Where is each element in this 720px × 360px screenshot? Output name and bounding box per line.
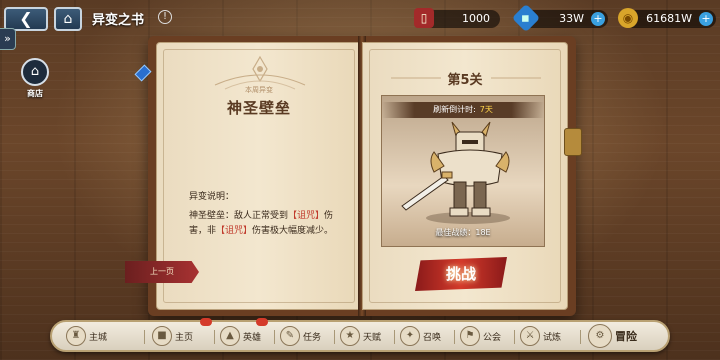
page-title: 异变之书 xyxy=(92,13,145,28)
nav-main-city[interactable]: ♜ 主城 xyxy=(66,322,107,350)
gear-icon: ⚙ xyxy=(588,324,612,348)
armored-knight-boss-icon xyxy=(401,121,510,224)
home-icon: ⌂ xyxy=(63,11,73,27)
bottom-nav: ♜ 主城 ■ 主页 ▲ 英雄 ✎ 任务 ★ 天赋 ✦ 召唤 ⚑ 公会 ⚔ 试炼 … xyxy=(50,318,670,352)
resource-blue-gem: ◆ 33W + xyxy=(511,3,608,33)
resource-value: 61681W xyxy=(646,12,692,25)
description-text: 神圣壁垒：敌人正常受到【诅咒】伤害，非【诅咒】伤害极大幅度减少。 xyxy=(189,209,339,239)
blue-gem-icon: ◆ xyxy=(511,3,541,33)
mutation-book: 本周异变 神圣壁垒 异变说明： 神圣壁垒：敌人正常受到【诅咒】伤害，非【诅咒】伤… xyxy=(125,36,582,316)
chevron-left-icon: ❮ xyxy=(19,9,33,28)
mutation-title: 神圣壁垒 xyxy=(226,99,291,117)
shop-button[interactable]: ⌂ 商店 xyxy=(20,58,50,99)
level-title: 第5关 xyxy=(447,73,483,88)
book-clasp xyxy=(564,128,582,156)
nav-divider xyxy=(394,330,395,344)
curse-keyword: 【诅咒】 xyxy=(216,226,253,236)
shop-icon: ⌂ xyxy=(21,58,49,86)
description-label: 异变说明： xyxy=(189,192,235,202)
nav-label: 冒险 xyxy=(615,330,637,343)
home-button[interactable]: ⌂ xyxy=(54,7,82,31)
nav-label: 英雄 xyxy=(243,332,262,343)
prev-page-button[interactable]: 上一页 xyxy=(125,261,199,283)
notification-badge xyxy=(200,318,212,326)
nav-summon[interactable]: ✦ 召唤 xyxy=(400,322,441,350)
desc-part: 神圣壁垒：敌人正常受到 xyxy=(189,211,289,221)
nav-label: 试炼 xyxy=(543,332,562,343)
refresh-value: 7天 xyxy=(479,105,493,114)
helmet-icon: ▲ xyxy=(220,326,240,346)
challenge-button[interactable]: 挑战 xyxy=(415,257,507,291)
nav-divider xyxy=(334,330,335,344)
nav-home[interactable]: ■ 主页 xyxy=(152,318,212,350)
resource-gold-coin: ◉ 61681W + xyxy=(618,8,716,28)
gold-coin-icon: ◉ xyxy=(618,8,638,28)
star-icon: ★ xyxy=(340,326,360,346)
nav-divider xyxy=(214,330,215,344)
curse-keyword: 【诅咒】 xyxy=(288,211,325,221)
nav-divider xyxy=(514,330,515,344)
best-score: 最佳战绩：18E xyxy=(435,228,491,237)
nav-guild[interactable]: ⚑ 公会 xyxy=(460,322,501,350)
week-mutation-label: 本周异变 xyxy=(245,86,273,94)
resource-value: 33W xyxy=(559,12,584,25)
nav-adventure[interactable]: ⚙ 冒险 xyxy=(588,322,637,350)
summon-icon: ✦ xyxy=(400,326,420,346)
nav-divider xyxy=(580,330,581,344)
left-page: 本周异变 神圣壁垒 异变说明： 神圣壁垒：敌人正常受到【诅咒】伤害，非【诅咒】伤… xyxy=(125,42,362,310)
resource-red-book: ▯ 1000 xyxy=(414,8,500,28)
guild-icon: ⚑ xyxy=(460,326,480,346)
scroll-icon: ✎ xyxy=(280,326,300,346)
top-bar: ❮ ⌂ 异变之书 ! ▯ 1000 ◆ 33W + ◉ 61681W + xyxy=(0,0,720,36)
double-chevron-right-icon: » xyxy=(4,32,11,45)
nav-label: 主城 xyxy=(89,332,108,343)
nav-label: 天赋 xyxy=(363,332,382,343)
nav-heroes[interactable]: ▲ 英雄 xyxy=(220,318,268,350)
nav-label: 主页 xyxy=(175,332,194,343)
nav-trial[interactable]: ⚔ 试炼 xyxy=(520,322,561,350)
castle-icon: ♜ xyxy=(66,326,86,346)
nav-divider xyxy=(144,330,145,344)
trial-icon: ⚔ xyxy=(520,326,540,346)
boss-portrait: 刷新倒计时: 7天 最佳战绩：18E xyxy=(381,95,545,247)
nav-label: 召唤 xyxy=(423,332,442,343)
add-gold-button[interactable]: + xyxy=(699,12,713,26)
notification-badge xyxy=(256,318,268,326)
add-gem-button[interactable]: + xyxy=(591,12,605,26)
nav-talent[interactable]: ★ 天赋 xyxy=(340,322,381,350)
right-page: 第5关 刷新倒计时: 7天 最佳战绩：18E 挑战 xyxy=(362,42,568,310)
refresh-countdown: 刷新倒计时: 7天 xyxy=(382,102,544,118)
sidebar-toggle[interactable]: » xyxy=(0,28,16,50)
red-book-icon: ▯ xyxy=(414,8,434,28)
nav-label: 公会 xyxy=(483,332,502,343)
shop-label: 商店 xyxy=(27,89,43,98)
refresh-label: 刷新倒计时: xyxy=(433,105,476,114)
nav-tasks[interactable]: ✎ 任务 xyxy=(280,322,321,350)
desc-part: 伤害极大幅度减少。 xyxy=(252,226,334,236)
nav-divider xyxy=(454,330,455,344)
resource-value: 1000 xyxy=(462,12,490,25)
info-icon[interactable]: ! xyxy=(158,10,172,24)
nav-divider xyxy=(274,330,275,344)
nav-label: 任务 xyxy=(303,332,322,343)
building-icon: ■ xyxy=(152,326,172,346)
